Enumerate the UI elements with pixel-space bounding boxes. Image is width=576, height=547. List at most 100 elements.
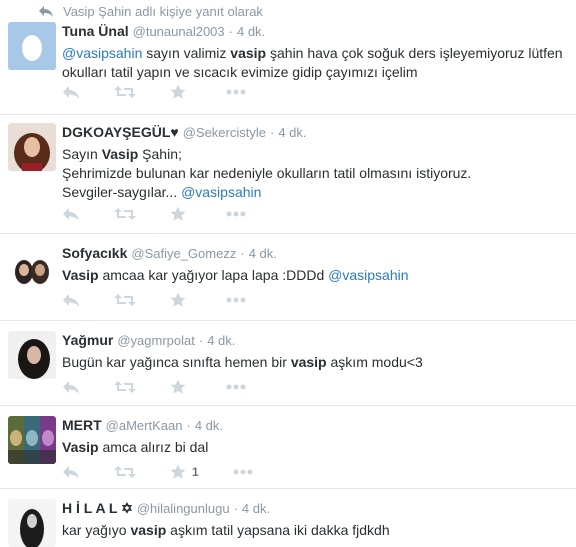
- separator-dot: ·: [233, 501, 238, 516]
- favorite-button[interactable]: [170, 84, 192, 100]
- timestamp[interactable]: 4 dk.: [195, 418, 223, 433]
- retweet-button[interactable]: [114, 293, 136, 307]
- retweet-button[interactable]: [114, 465, 136, 479]
- user-handle[interactable]: @Sekercistyle: [183, 125, 266, 140]
- reply-context-label: Vasip Şahin adlı kişiye yanıt olarak: [63, 3, 263, 19]
- retweet-icon: [114, 85, 136, 99]
- timestamp[interactable]: 4 dk.: [249, 246, 277, 261]
- tweet-header: Sofyacıkk @Safiye_Gomezz · 4 dk.: [62, 244, 570, 263]
- favorite-star-icon: [170, 379, 186, 395]
- avatar[interactable]: [8, 22, 56, 70]
- reply-icon: [62, 465, 80, 479]
- tweet-header: MERT @aMertKaan · 4 dk.: [62, 416, 570, 435]
- text-segment: Şehrimizde bulunan kar nedeniyle okullar…: [62, 165, 472, 181]
- favorite-count: 1: [192, 465, 199, 479]
- more-button[interactable]: [226, 89, 246, 95]
- reply-button[interactable]: [62, 85, 80, 99]
- text-segment: Bugün kar yağınca sınıfta hemen bir: [62, 354, 291, 370]
- user-photo-icon: [8, 123, 56, 171]
- more-button[interactable]: [226, 297, 246, 303]
- user-photo-icon: [8, 331, 56, 379]
- user-name[interactable]: Yağmur: [62, 332, 113, 348]
- retweet-button[interactable]: [114, 380, 136, 394]
- avatar[interactable]: [8, 331, 56, 379]
- mention-link[interactable]: @vasipsahin: [181, 184, 261, 200]
- highlighted-keyword: Vasip: [101, 146, 139, 162]
- user-name[interactable]: Tuna Ünal: [62, 23, 129, 39]
- avatar[interactable]: [8, 123, 56, 171]
- highlighted-keyword: Vasip: [62, 439, 99, 455]
- user-name[interactable]: Sofyacıkk: [62, 245, 127, 261]
- favorite-button[interactable]: [170, 379, 192, 395]
- tweet: DGKOAYŞEGÜL♥ @Sekercistyle · 4 dk. Sayın Va…: [0, 115, 576, 234]
- user-name[interactable]: H İ L A L ✡: [62, 500, 133, 516]
- separator-dot: ·: [269, 125, 275, 140]
- favorite-button[interactable]: [170, 206, 192, 222]
- reply-button[interactable]: [62, 293, 80, 307]
- separator-dot: ·: [186, 418, 191, 433]
- tweet-header: H İ L A L ✡ @hilalingunlugu · 4 dk.: [62, 499, 570, 518]
- retweet-icon: [114, 465, 136, 479]
- avatar[interactable]: [8, 416, 56, 464]
- timestamp[interactable]: 4 dk.: [237, 24, 265, 39]
- highlighted-keyword: vasip: [130, 522, 167, 538]
- favorite-star-icon: [170, 84, 186, 100]
- highlighted-keyword: Vasip: [62, 267, 99, 283]
- user-handle[interactable]: @hilalingunlugu: [137, 501, 230, 516]
- reply-button[interactable]: [62, 465, 80, 479]
- favorite-button[interactable]: [170, 292, 192, 308]
- more-button[interactable]: [226, 384, 246, 390]
- mention-link[interactable]: @vasipsahin: [328, 267, 408, 283]
- user-name[interactable]: MERT: [62, 417, 102, 433]
- tweet-text: Vasip amca alırız bi dal: [62, 438, 570, 457]
- retweet-icon: [114, 207, 136, 221]
- tweet-header: Tuna Ünal @tunaunal2003 · 4 dk.: [62, 22, 570, 41]
- user-name[interactable]: DGKOAYŞEGÜL♥: [62, 124, 179, 140]
- tweet-text: Sayın Vasip Şahin; Şehrimizde bulunan kar…: [62, 145, 570, 202]
- user-handle[interactable]: @tunaunal2003: [133, 24, 225, 39]
- tweet: Tuna Ünal @tunaunal2003 · 4 dk. @vasipsahin…: [0, 18, 576, 115]
- user-handle[interactable]: @aMertKaan: [106, 418, 183, 433]
- favorite-star-icon: [170, 464, 186, 480]
- tweet-actions: 1: [62, 462, 287, 482]
- timestamp[interactable]: 4 dk.: [207, 333, 235, 348]
- reply-button[interactable]: [62, 207, 80, 221]
- user-handle[interactable]: @Safiye_Gomezz: [131, 246, 236, 261]
- user-handle[interactable]: @yagmrpolat: [117, 333, 195, 348]
- separator-dot: ·: [198, 333, 204, 348]
- favorite-button[interactable]: 1: [170, 464, 199, 480]
- text-segment: kar yağıyo: [62, 522, 131, 538]
- mention-link[interactable]: @vasipsahin: [62, 45, 142, 61]
- reply-icon: [62, 293, 80, 307]
- more-button[interactable]: [233, 469, 253, 475]
- tweet-text: Bugün kar yağınca sınıfta hemen bir vasi…: [62, 353, 570, 372]
- tweet-text: Vasip amcaa kar yağıyor lapa lapa :DDDd …: [62, 266, 570, 285]
- tweet-text: @vasipsahin sayın valimiz vasip şahin ha…: [62, 44, 570, 82]
- tweet: Sofyacıkk @Safiye_Gomezz · 4 dk. Vasip amca…: [0, 234, 576, 321]
- tweet-header: DGKOAYŞEGÜL♥ @Sekercistyle · 4 dk.: [62, 123, 570, 142]
- timestamp[interactable]: 4 dk.: [242, 501, 270, 516]
- retweet-button[interactable]: [114, 85, 136, 99]
- separator-dot: ·: [240, 246, 245, 261]
- tweet: H İ L A L ✡ @hilalingunlugu · 4 dk. kar yağ…: [0, 489, 576, 547]
- highlighted-keyword: vasip: [230, 45, 267, 61]
- tweet-text: kar yağıyo vasip aşkım tatil yapsana iki…: [62, 521, 570, 540]
- reply-arrow-icon: [39, 5, 53, 17]
- avatar[interactable]: [8, 499, 56, 547]
- avatar[interactable]: [8, 244, 56, 292]
- favorite-star-icon: [170, 206, 186, 222]
- timestamp[interactable]: 4 dk.: [278, 125, 306, 140]
- reply-icon: [62, 207, 80, 221]
- retweet-button[interactable]: [114, 207, 136, 221]
- favorite-star-icon: [170, 292, 186, 308]
- retweet-icon: [114, 293, 136, 307]
- reply-button[interactable]: [62, 380, 80, 394]
- separator-dot: ·: [228, 24, 233, 39]
- more-button[interactable]: [226, 211, 246, 217]
- more-options-icon: [226, 211, 246, 217]
- text-segment: Şahin;: [138, 146, 182, 162]
- text-segment: amcaa kar yağıyor lapa lapa :DDDd: [98, 267, 329, 283]
- tweet-actions: [62, 204, 280, 224]
- egg-avatar-icon: [8, 22, 56, 70]
- more-options-icon: [226, 297, 246, 303]
